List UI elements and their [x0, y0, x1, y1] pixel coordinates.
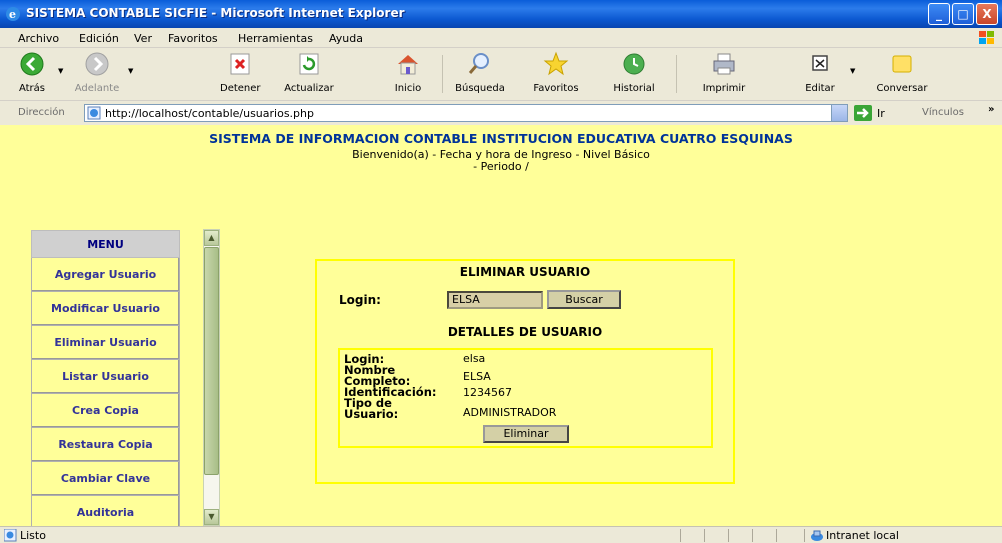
close-button[interactable]: X — [976, 3, 998, 25]
menu-archivo[interactable]: Archivo — [18, 32, 59, 45]
detail-type-label-2: Usuario: — [344, 407, 399, 421]
delete-user-panel: ELIMINAR USUARIO Login: ELSA Buscar DETA… — [315, 259, 735, 484]
status-divider — [752, 529, 753, 542]
site-title: SISTEMA DE INFORMACION CONTABLE INSTITUC… — [209, 131, 793, 146]
print-button[interactable]: Imprimir — [696, 51, 752, 94]
status-bar: Listo Intranet local — [0, 526, 1002, 543]
scroll-up-icon[interactable]: ▲ — [204, 230, 219, 246]
history-button[interactable]: Historial — [606, 51, 662, 94]
window-title: SISTEMA CONTABLE SICFIE - Microsoft Inte… — [26, 6, 405, 20]
forward-arrow-icon — [85, 52, 109, 76]
messenger-button[interactable]: Conversar — [870, 51, 934, 94]
toolbar-separator — [442, 55, 443, 93]
details-title: DETALLES DE USUARIO — [447, 325, 603, 339]
messenger-icon — [892, 55, 912, 73]
side-menu: MENU Agregar Usuario Modificar Usuario E… — [31, 230, 180, 526]
menu-item-listar-usuario[interactable]: Listar Usuario — [31, 360, 180, 394]
refresh-button[interactable]: Actualizar — [284, 51, 334, 94]
maximize-button[interactable]: □ — [952, 3, 974, 25]
address-label: Dirección — [18, 107, 65, 118]
status-divider — [728, 529, 729, 542]
minimize-button[interactable]: _ — [928, 3, 950, 25]
welcome-line-2: - Periodo / — [473, 160, 529, 173]
menu-favoritos[interactable]: Favoritos — [168, 32, 218, 45]
intranet-icon — [811, 530, 823, 541]
back-button[interactable]: Atrás — [12, 51, 52, 94]
address-bar: Dirección http://localhost/contable/usua… — [0, 102, 1002, 124]
menu-item-eliminar-usuario[interactable]: Eliminar Usuario — [31, 326, 180, 360]
menu-item-auditoria[interactable]: Auditoria — [31, 496, 180, 526]
title-bar: e SISTEMA CONTABLE SICFIE - Microsoft In… — [0, 0, 1002, 28]
history-icon — [623, 53, 645, 75]
toolbar: Atrás ▼ Adelante ▼ Detener Actualizar In… — [0, 49, 1002, 101]
detail-type-value: ADMINISTRADOR — [463, 406, 557, 419]
stop-button[interactable]: Detener — [220, 51, 261, 94]
printer-icon — [713, 53, 735, 75]
menu-item-cambiar-clave[interactable]: Cambiar Clave — [31, 462, 180, 496]
security-zone: Intranet local — [826, 529, 899, 542]
panel-title: ELIMINAR USUARIO — [459, 265, 591, 279]
links-label[interactable]: Vínculos — [922, 107, 964, 118]
menu-bar: Archivo Edición Ver Favoritos Herramient… — [0, 28, 1002, 48]
star-icon — [543, 51, 569, 76]
menu-item-restaura-copia[interactable]: Restaura Copia — [31, 428, 180, 462]
edit-dropdown-icon[interactable]: ▼ — [850, 67, 855, 75]
menu-scrollbar[interactable]: ▲ ▼ — [203, 229, 220, 526]
menu-edicion[interactable]: Edición — [79, 32, 119, 45]
page-icon — [87, 106, 101, 120]
page-status-icon — [4, 529, 17, 542]
menu-herramientas[interactable]: Herramientas — [238, 32, 313, 45]
detail-name-value: ELSA — [463, 370, 491, 383]
menu-ayuda[interactable]: Ayuda — [329, 32, 363, 45]
scroll-down-icon[interactable]: ▼ — [204, 509, 219, 525]
toolbar-separator — [676, 55, 677, 93]
links-chevron-icon[interactable]: » — [988, 104, 994, 115]
detail-id-value: 1234567 — [463, 386, 512, 399]
svg-text:e: e — [9, 8, 16, 21]
scrollbar-thumb[interactable] — [204, 247, 219, 475]
welcome-text: Bienvenido(a) - Fecha y hora de Ingreso … — [0, 149, 1002, 173]
go-button[interactable]: Ir — [877, 107, 885, 120]
menu-item-agregar-usuario[interactable]: Agregar Usuario — [31, 258, 180, 292]
delete-user-button[interactable]: Eliminar — [483, 425, 569, 443]
refresh-icon — [299, 53, 319, 75]
ie-logo-icon: e — [6, 7, 20, 21]
search-user-button[interactable]: Buscar — [547, 290, 621, 309]
page-content: SISTEMA DE INFORMACION CONTABLE INSTITUC… — [0, 125, 1002, 526]
edit-icon — [812, 55, 828, 71]
windows-logo-icon — [979, 31, 994, 44]
go-arrow-icon[interactable] — [854, 105, 872, 121]
status-divider — [776, 529, 777, 542]
address-url: http://localhost/contable/usuarios.php — [105, 107, 314, 120]
user-details-box: Login: elsa Nombre Completo: ELSA Identi… — [338, 348, 713, 448]
home-icon — [398, 55, 418, 75]
home-button[interactable]: Inicio — [388, 51, 428, 94]
address-input[interactable]: http://localhost/contable/usuarios.php — [84, 104, 848, 122]
back-dropdown-icon[interactable]: ▼ — [58, 67, 63, 75]
menu-ver[interactable]: Ver — [134, 32, 152, 45]
menu-title: MENU — [31, 230, 180, 258]
login-label: Login: — [339, 293, 381, 307]
forward-dropdown-icon[interactable]: ▼ — [128, 67, 133, 75]
search-button[interactable]: Búsqueda — [452, 51, 508, 94]
back-arrow-icon — [20, 52, 44, 76]
address-dropdown-icon[interactable] — [831, 105, 847, 121]
stop-icon — [230, 53, 250, 75]
search-icon — [468, 53, 489, 74]
edit-button[interactable]: Editar — [798, 51, 842, 94]
status-divider — [804, 529, 805, 542]
login-input[interactable]: ELSA — [447, 291, 543, 309]
status-divider — [680, 529, 681, 542]
menu-item-modificar-usuario[interactable]: Modificar Usuario — [31, 292, 180, 326]
status-text: Listo — [20, 529, 46, 542]
menu-item-crea-copia[interactable]: Crea Copia — [31, 394, 180, 428]
status-divider — [704, 529, 705, 542]
detail-login-value: elsa — [463, 352, 486, 365]
favorites-button[interactable]: Favoritos — [528, 51, 584, 94]
forward-button[interactable]: Adelante — [70, 51, 124, 94]
